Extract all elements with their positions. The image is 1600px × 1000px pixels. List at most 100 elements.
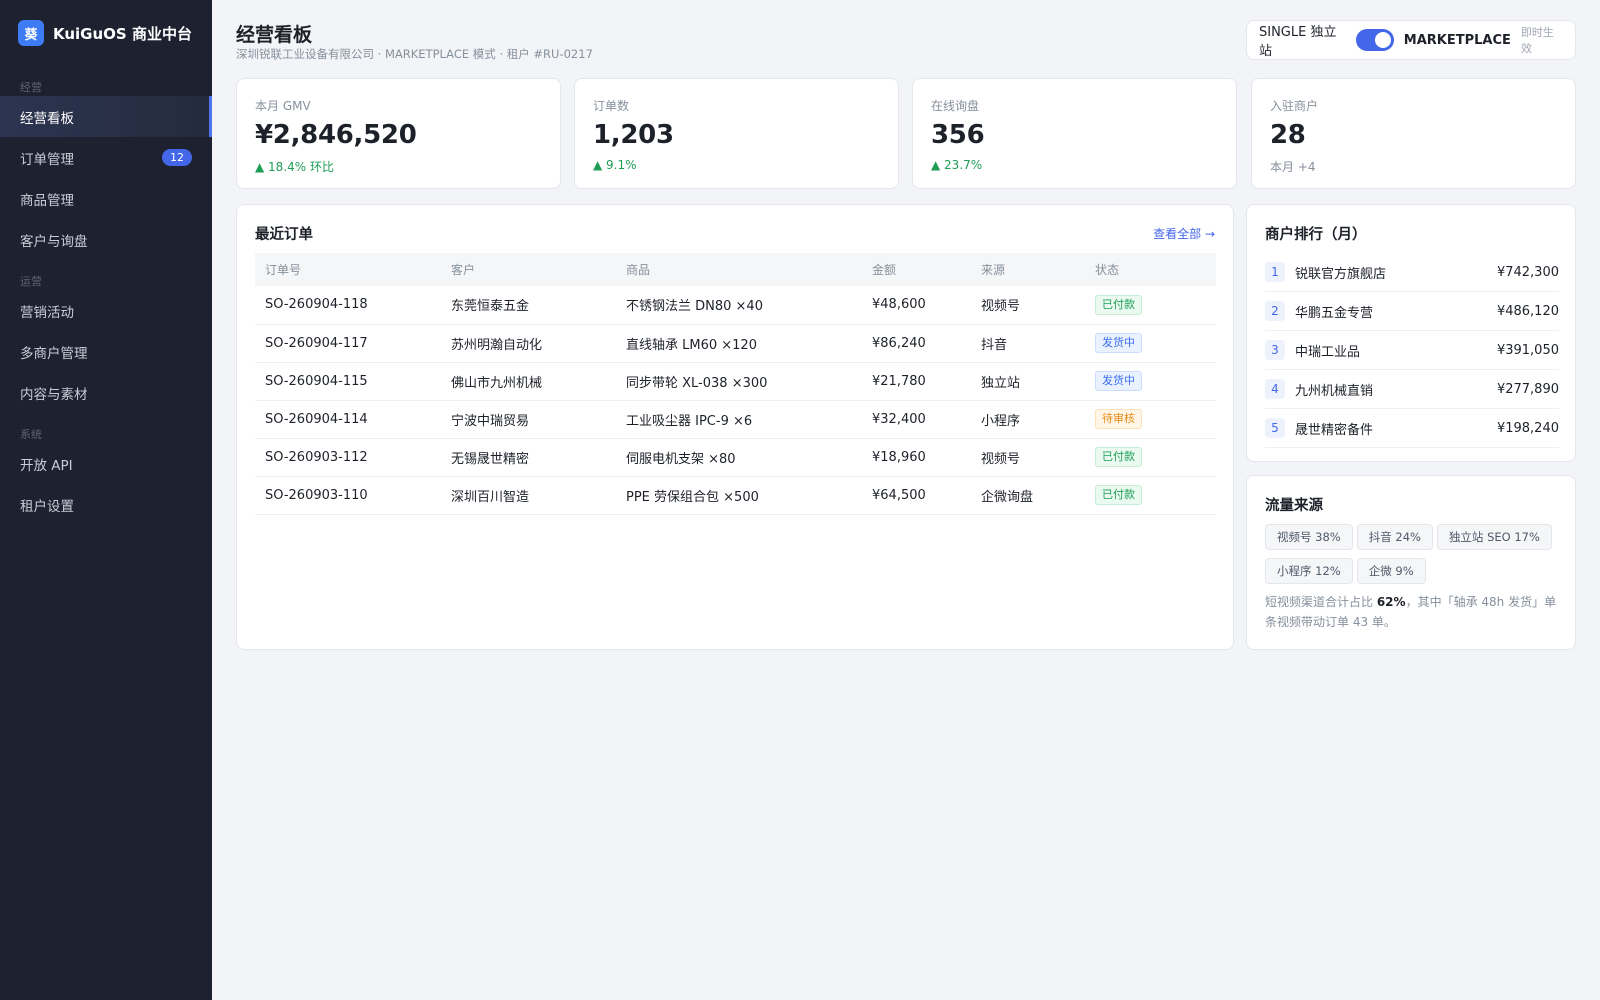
sidebar-item-marketing[interactable]: 营销活动 <box>0 290 212 331</box>
traffic-tag[interactable]: 抖音 24% <box>1356 524 1433 550</box>
kpi-value: ¥2,846,520 <box>255 120 417 150</box>
column-header-amount[interactable]: 金额 <box>862 253 971 286</box>
sidebar-item-label: 商品管理 <box>20 192 74 209</box>
sidebar: 葵 KuiGuOS 商业中台 经营 经营看板 订单管理 12 商品管理 客户与询盘… <box>0 0 212 1000</box>
kpi-card-orders: 订单数 1,203 ▲ 9.1% <box>574 78 899 189</box>
sidebar-item-api[interactable]: 开放 API <box>0 443 212 484</box>
sidebar-item-products[interactable]: 商品管理 <box>0 178 212 219</box>
rank-number: 1 <box>1265 262 1285 282</box>
rank-item[interactable]: 4 九州机械直销 ¥277,890 <box>1265 370 1559 409</box>
order-amount: ¥32,400 <box>862 400 971 439</box>
order-source: 小程序 <box>971 400 1085 439</box>
table-row[interactable]: SO-260904-114 宁波中瑞贸易 工业吸尘器 IPC-9 ×6 ¥32,… <box>255 400 1216 439</box>
table-row[interactable]: SO-260904-115 佛山市九州机械 同步带轮 XL-038 ×300 ¥… <box>255 362 1216 401</box>
rank-list: 1 锐联官方旗舰店 ¥742,300 2 华鹏五金专营 ¥486,120 3 中… <box>1265 253 1559 448</box>
kpi-card-merchants: 入驻商户 28 本月 +4 <box>1251 78 1576 189</box>
toggle-knob <box>1374 32 1391 48</box>
kpi-card-inquiries: 在线询盘 356 ▲ 23.7% <box>912 78 1237 189</box>
orders-count-badge: 12 <box>162 149 192 166</box>
traffic-tag[interactable]: 独立站 SEO 17% <box>1436 524 1552 550</box>
sidebar-item-content[interactable]: 内容与素材 <box>0 372 212 413</box>
sidebar-item-label: 内容与素材 <box>20 386 88 403</box>
mode-marketplace-label: MARKETPLACE <box>1403 32 1511 48</box>
column-header-customer[interactable]: 客户 <box>441 253 616 286</box>
rank-item[interactable]: 2 华鹏五金专营 ¥486,120 <box>1265 292 1559 331</box>
table-row[interactable]: SO-260903-112 无锡晟世精密 伺服电机支架 ×80 ¥18,960 … <box>255 438 1216 477</box>
rank-item[interactable]: 1 锐联官方旗舰店 ¥742,300 <box>1265 253 1559 292</box>
rank-value: ¥277,890 <box>1496 381 1559 397</box>
sidebar-item-label: 客户与询盘 <box>20 233 88 250</box>
status-badge: 已付款 <box>1095 485 1142 505</box>
order-amount: ¥48,600 <box>862 286 971 325</box>
rank-value: ¥742,300 <box>1496 264 1559 280</box>
table-row[interactable]: SO-260903-110 深圳百川智造 PPE 劳保组合包 ×500 ¥64,… <box>255 476 1216 515</box>
orders-table: 订单号 客户 商品 金额 来源 状态 SO-260904-118 东莞恒泰五金 … <box>255 253 1216 515</box>
kpi-value: 1,203 <box>593 120 674 150</box>
traffic-note: 短视频渠道合计占比 62%，其中「轴承 48h 发货」单条视频带动订单 43 单… <box>1265 592 1561 632</box>
order-amount: ¥86,240 <box>862 324 971 363</box>
kpi-card-gmv: 本月 GMV ¥2,846,520 ▲ 18.4% 环比 <box>236 78 561 189</box>
rank-number: 2 <box>1265 301 1285 321</box>
column-header-product[interactable]: 商品 <box>616 253 862 286</box>
rank-item[interactable]: 3 中瑞工业品 ¥391,050 <box>1265 331 1559 370</box>
traffic-tag[interactable]: 视频号 38% <box>1265 524 1353 550</box>
kpi-value: 356 <box>931 120 985 150</box>
kpi-value: 28 <box>1270 120 1306 150</box>
order-status-cell: 待审核 <box>1085 400 1216 439</box>
order-product: 不锈钢法兰 DN80 ×40 <box>616 286 862 325</box>
mode-note: 即时生效 <box>1520 26 1554 55</box>
column-header-order-id[interactable]: 订单号 <box>255 253 441 286</box>
rank-merchant-name: 晟世精密备件 <box>1295 422 1374 438</box>
sidebar-item-label: 订单管理 <box>20 151 74 168</box>
traffic-tag[interactable]: 小程序 12% <box>1265 558 1353 584</box>
table-row[interactable]: SO-260904-118 东莞恒泰五金 不锈钢法兰 DN80 ×40 ¥48,… <box>255 286 1216 325</box>
column-header-source[interactable]: 来源 <box>971 253 1085 286</box>
sidebar-item-tenant-settings[interactable]: 租户设置 <box>0 484 212 525</box>
order-amount: ¥18,960 <box>862 438 971 477</box>
table-row[interactable]: SO-260904-117 苏州明瀚自动化 直线轴承 LM60 ×120 ¥86… <box>255 324 1216 363</box>
order-id: SO-260903-110 <box>255 476 441 515</box>
order-product: PPE 劳保组合包 ×500 <box>616 476 862 515</box>
status-badge: 已付款 <box>1095 447 1142 467</box>
traffic-tags: 视频号 38% 抖音 24% 独立站 SEO 17% 小程序 12% 企微 9% <box>1265 524 1565 592</box>
column-header-status[interactable]: 状态 <box>1085 253 1216 286</box>
sidebar-item-merchants[interactable]: 多商户管理 <box>0 331 212 372</box>
sidebar-item-orders[interactable]: 订单管理 12 <box>0 137 212 178</box>
order-amount: ¥21,780 <box>862 362 971 401</box>
order-customer: 宁波中瑞贸易 <box>441 400 616 439</box>
rank-merchant-name: 锐联官方旗舰店 <box>1295 266 1387 282</box>
order-status-cell: 发货中 <box>1085 324 1216 363</box>
order-source: 视频号 <box>971 438 1085 477</box>
nav-section-operations: 运营 <box>20 275 42 288</box>
order-customer: 无锡晟世精密 <box>441 438 616 477</box>
main-content: 经营看板 深圳锐联工业设备有限公司 · MARKETPLACE 模式 · 租户 … <box>212 0 1600 1000</box>
merchant-ranking-card: 商户排行（月） 1 锐联官方旗舰店 ¥742,300 2 华鹏五金专营 ¥486… <box>1246 204 1576 462</box>
sidebar-item-label: 租户设置 <box>20 498 74 515</box>
order-id: SO-260904-118 <box>255 286 441 325</box>
view-all-orders-link[interactable]: 查看全部 → <box>1153 225 1215 242</box>
order-product: 工业吸尘器 IPC-9 ×6 <box>616 400 862 439</box>
rank-merchant-name: 中瑞工业品 <box>1295 344 1361 360</box>
mode-toggle[interactable] <box>1355 29 1394 51</box>
order-source: 独立站 <box>971 362 1085 401</box>
mode-switch: SINGLE 独立站 MARKETPLACE 即时生效 <box>1246 20 1576 60</box>
order-source: 企微询盘 <box>971 476 1085 515</box>
rank-number: 4 <box>1265 379 1285 399</box>
order-id: SO-260904-115 <box>255 362 441 401</box>
rank-number: 3 <box>1265 340 1285 360</box>
traffic-source-card: 流量来源 视频号 38% 抖音 24% 独立站 SEO 17% 小程序 12% 企微 9… <box>1246 475 1576 650</box>
brand[interactable]: 葵 KuiGuOS 商业中台 <box>0 0 212 66</box>
traffic-source-title: 流量来源 <box>1265 498 1323 514</box>
traffic-tag[interactable]: 企微 9% <box>1356 558 1426 584</box>
rank-item[interactable]: 5 晟世精密备件 ¥198,240 <box>1265 409 1559 448</box>
kpi-label: 入驻商户 <box>1270 99 1319 113</box>
order-product: 同步带轮 XL-038 ×300 <box>616 362 862 401</box>
order-status-cell: 已付款 <box>1085 476 1216 515</box>
sidebar-item-customers[interactable]: 客户与询盘 <box>0 219 212 260</box>
kpi-label: 订单数 <box>593 99 630 113</box>
kpi-delta: 本月 +4 <box>1270 160 1316 174</box>
status-badge: 已付款 <box>1095 294 1142 315</box>
sidebar-item-dashboard[interactable]: 经营看板 <box>0 96 212 137</box>
rank-value: ¥391,050 <box>1496 342 1559 358</box>
kpi-delta: ▲ 23.7% <box>931 158 983 172</box>
